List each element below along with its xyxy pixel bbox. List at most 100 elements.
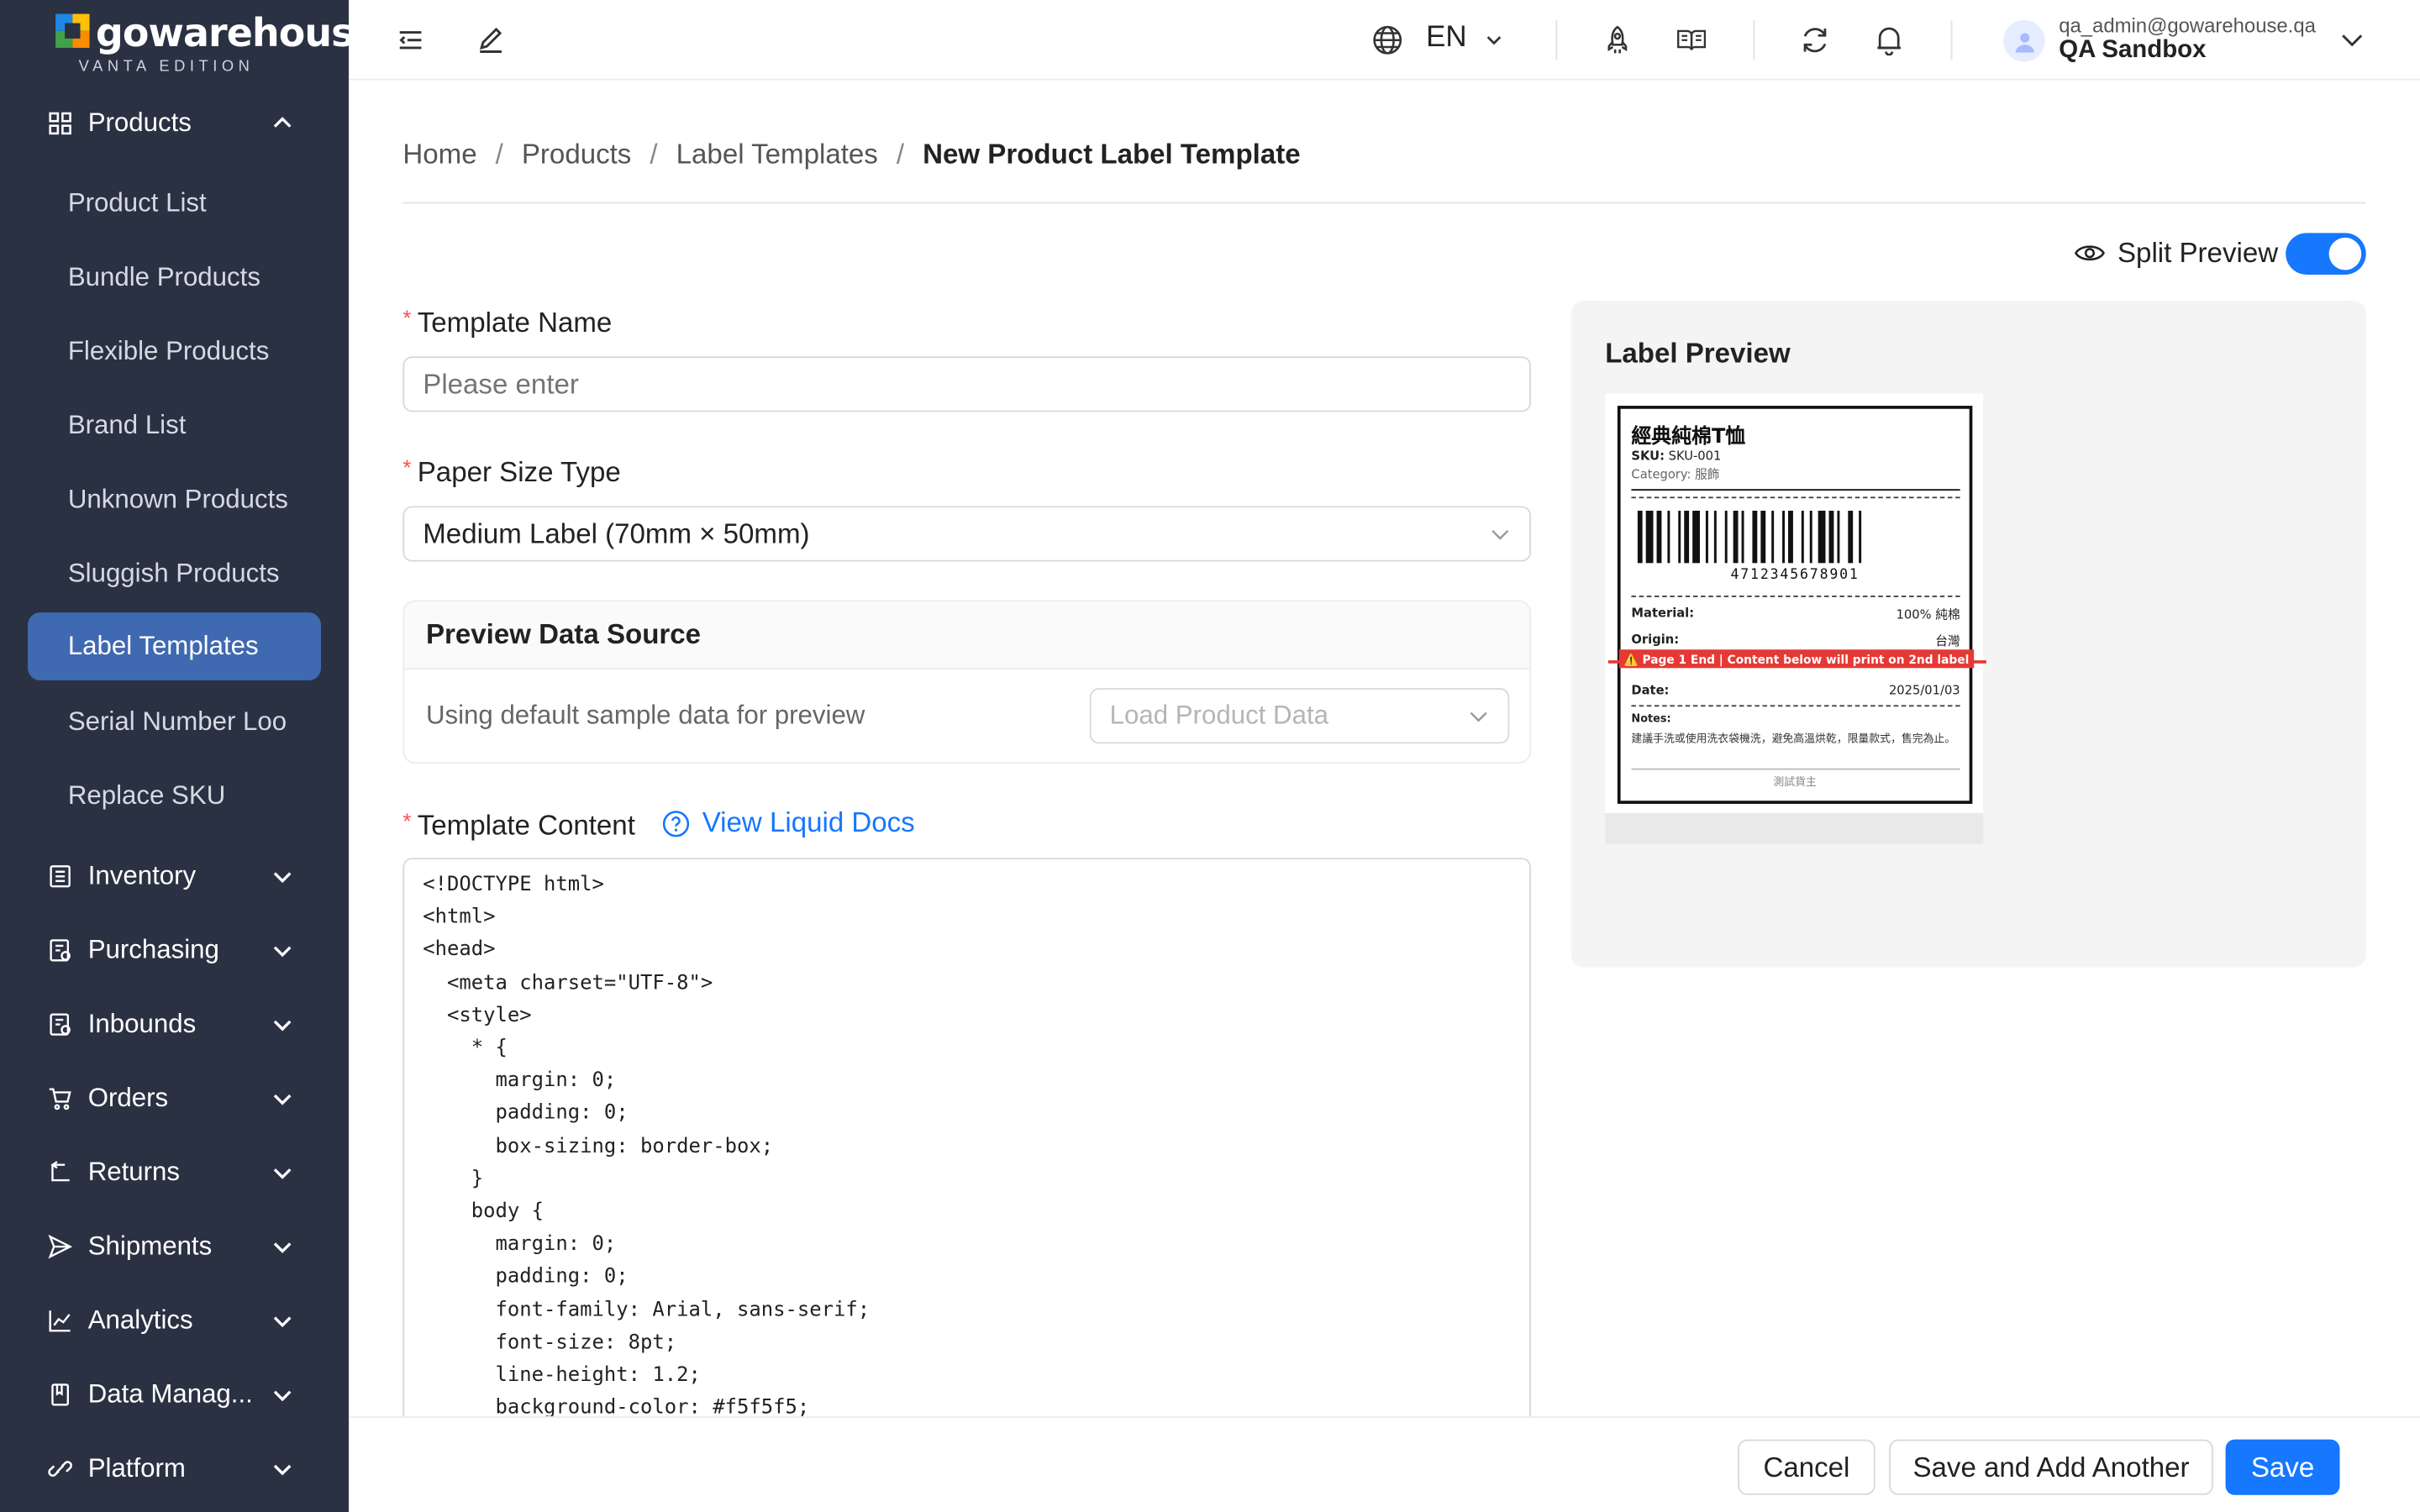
- page-break-line: [1607, 660, 1621, 664]
- barcode-bar: [1705, 510, 1708, 564]
- split-preview-text: Split Preview: [2118, 236, 2279, 268]
- user-organization[interactable]: QA Sandbox: [2059, 37, 2206, 65]
- label-rule-dashed: [1631, 496, 1960, 499]
- label-notes-key: Notes:: [1631, 712, 1671, 726]
- template-name-label: * Template Name: [402, 305, 613, 339]
- nav-group-purchasing[interactable]: Purchasing: [28, 916, 321, 984]
- label-date-row: Date: 2025/01/03: [1631, 683, 1960, 698]
- chevron-down-icon[interactable]: [2337, 24, 2368, 55]
- barcode-bar: [1667, 510, 1670, 564]
- inventory-icon: [48, 864, 72, 889]
- barcode-bar: [1637, 510, 1643, 564]
- label-preview-panel: Label Preview 經典純棉T恤 SKU: SKU-001 Catego…: [1570, 301, 2366, 968]
- sidebar-item-label-templates[interactable]: Label Templates: [28, 612, 322, 681]
- chevron-down-icon[interactable]: [1479, 24, 1510, 55]
- user-email[interactable]: qa_admin@gowarehouse.qa: [2059, 14, 2316, 38]
- brand-logo[interactable]: gowarehouse VANTA EDITION: [55, 11, 349, 76]
- chevron-down-icon: [273, 1316, 292, 1328]
- sidebar-item-replace-sku[interactable]: Replace SKU: [28, 762, 321, 830]
- required-marker: *: [402, 305, 412, 331]
- globe-icon[interactable]: [1372, 24, 1403, 55]
- sidebar-item-flexible-products[interactable]: Flexible Products: [28, 318, 321, 386]
- sidebar-item-product-list[interactable]: Product List: [28, 170, 321, 238]
- barcode-bar: [1692, 510, 1700, 564]
- rocket-icon[interactable]: [1602, 24, 1634, 55]
- barcode-bar: [1828, 510, 1834, 564]
- chevron-up-icon: [273, 117, 292, 128]
- chevron-down-icon: [273, 1464, 292, 1476]
- toggle-knob: [2328, 237, 2362, 270]
- label-origin-row: Origin: 台灣: [1631, 633, 1960, 648]
- refresh-icon[interactable]: [1800, 24, 1831, 55]
- label-material-row: Material: 100% 純棉: [1631, 606, 1960, 622]
- split-preview-toggle[interactable]: [2286, 233, 2366, 275]
- nav-group-platform[interactable]: Platform: [28, 1435, 321, 1503]
- required-marker: *: [402, 808, 412, 833]
- breadcrumb-label-templates[interactable]: Label Templates: [676, 139, 878, 171]
- breadcrumb: Home / Products / Label Templates / New …: [402, 139, 1300, 171]
- label-sku: SKU: SKU-001: [1631, 449, 1722, 464]
- book-open-icon[interactable]: [1676, 24, 1707, 55]
- barcode-bar: [1788, 510, 1793, 564]
- sidebar-item-serial-number-lookup[interactable]: Serial Number Loo: [28, 688, 321, 756]
- save-button[interactable]: Save: [2225, 1439, 2340, 1495]
- nav-group-inventory[interactable]: Inventory: [28, 843, 321, 911]
- nav-group-returns[interactable]: Returns: [28, 1139, 321, 1207]
- chevron-down-icon: [273, 1242, 292, 1253]
- barcode-bar: [1818, 510, 1826, 564]
- preview-data-source-card: Preview Data Source Using default sample…: [402, 600, 1532, 764]
- nav-group-inbounds[interactable]: Inbounds: [28, 990, 321, 1058]
- return-icon: [48, 1160, 72, 1184]
- nav-group-analytics[interactable]: Analytics: [28, 1287, 321, 1355]
- save-and-add-another-button[interactable]: Save and Add Another: [1889, 1439, 2213, 1495]
- paper-size-select[interactable]: Medium Label (70mm × 50mm): [402, 506, 1532, 562]
- chevron-down-icon: [1491, 529, 1509, 540]
- sidebar-item-sluggish-products[interactable]: Sluggish Products: [28, 540, 321, 608]
- barcode-number: 4712345678901: [1730, 567, 1860, 584]
- nav-group-data-management[interactable]: Data Manag...: [28, 1361, 321, 1429]
- label-product-name: 經典純棉T恤: [1631, 425, 1746, 449]
- nav-group-orders[interactable]: Orders: [28, 1064, 321, 1132]
- nav-group-shipments[interactable]: Shipments: [28, 1213, 321, 1281]
- template-name-input[interactable]: [402, 356, 1532, 412]
- barcode-bar: [1656, 510, 1662, 564]
- chevron-down-icon: [273, 872, 292, 884]
- language-selector[interactable]: EN: [1426, 22, 1467, 55]
- avatar[interactable]: [2003, 19, 2045, 62]
- barcode-bar: [1809, 510, 1812, 564]
- view-liquid-docs-link[interactable]: View Liquid Docs: [662, 807, 915, 840]
- nav-group-label: Shipments: [87, 1231, 213, 1261]
- label-notes-value: 建議手洗或使用洗衣袋機洗，避免高溫烘乾，限量款式，售完為止。: [1631, 732, 1956, 746]
- help-circle-icon: [662, 810, 690, 837]
- nav-group-label: Analytics: [87, 1305, 193, 1335]
- breadcrumb-home[interactable]: Home: [402, 139, 476, 171]
- sidebar-item-unknown-products[interactable]: Unknown Products: [28, 466, 321, 534]
- nav-group-label: Orders: [87, 1083, 169, 1113]
- breadcrumb-separator: /: [495, 139, 503, 171]
- purchasing-icon: [48, 938, 72, 963]
- product-label: 經典純棉T恤 SKU: SKU-001 Category: 服飾 4712345…: [1607, 406, 1986, 804]
- page-break-warning: ⚠️ Page 1 End | Content below will print…: [1618, 649, 1975, 669]
- paper-size-value: Medium Label (70mm × 50mm): [423, 517, 810, 549]
- edit-icon[interactable]: [476, 24, 507, 55]
- paper-size-label: * Paper Size Type: [402, 454, 621, 488]
- split-preview-label: Split Preview: [2074, 233, 2279, 273]
- sidebar-item-brand-list[interactable]: Brand List: [28, 392, 321, 460]
- cancel-button[interactable]: Cancel: [1738, 1439, 1876, 1495]
- nav-group-label: Purchasing: [87, 935, 219, 964]
- nav-group-label: Inventory: [87, 860, 197, 890]
- brand-edition: VANTA EDITION: [78, 58, 255, 76]
- load-product-data-select[interactable]: Load Product Data: [1089, 688, 1510, 744]
- barcode-bar: [1837, 510, 1840, 564]
- label-page: 經典純棉T恤 SKU: SKU-001 Category: 服飾 4712345…: [1605, 393, 1986, 813]
- link-icon: [48, 1457, 72, 1481]
- chevron-down-icon: [273, 1020, 292, 1032]
- sidebar-item-bundle-products[interactable]: Bundle Products: [28, 244, 321, 312]
- template-content-editor[interactable]: <!DOCTYPE html> <html> <head> <meta char…: [402, 858, 1532, 1417]
- menu-collapse-icon[interactable]: [395, 24, 426, 55]
- bell-icon[interactable]: [1874, 24, 1905, 56]
- breadcrumb-products[interactable]: Products: [522, 139, 631, 171]
- app-root: gowarehouse VANTA EDITION Products Produ…: [0, 0, 2420, 1512]
- nav-group-products[interactable]: Products: [28, 90, 321, 158]
- chevron-down-icon: [273, 1168, 292, 1179]
